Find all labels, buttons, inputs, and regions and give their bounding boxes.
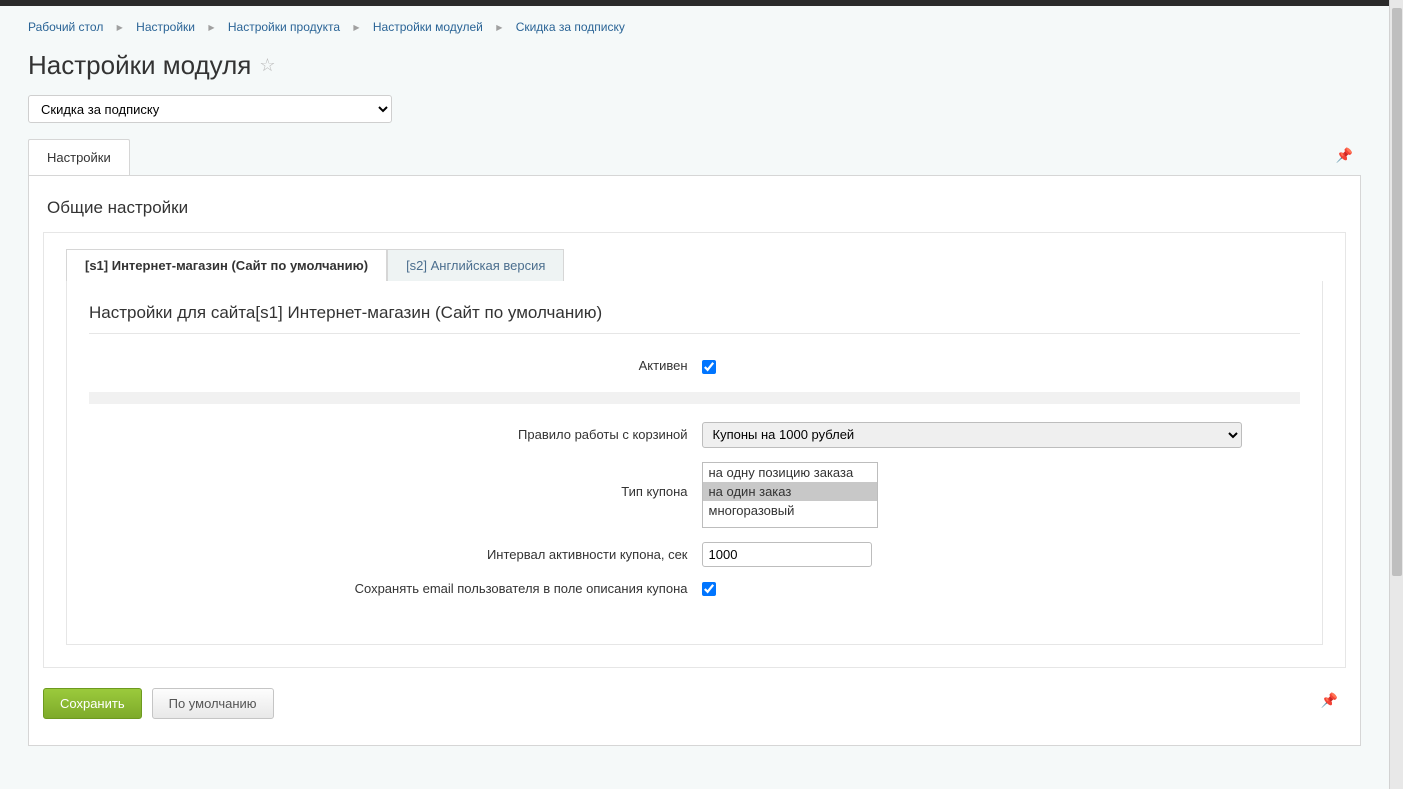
breadcrumb: Рабочий стол ▶ Настройки ▶ Настройки про… (28, 6, 1361, 44)
coupon-type-label: Тип купона (89, 462, 688, 499)
interval-label: Интервал активности купона, сек (89, 547, 688, 562)
actions: Сохранить По умолчанию 📌 (43, 684, 1346, 723)
reset-button[interactable]: По умолчанию (152, 688, 274, 719)
divider (89, 333, 1300, 334)
inner-content: Настройки для сайта[s1] Интернет-магазин… (66, 281, 1323, 645)
spacer-bar (89, 392, 1300, 404)
coupon-type-option[interactable]: многоразовый (703, 501, 877, 520)
chevron-right-icon: ▶ (353, 23, 359, 32)
active-checkbox[interactable] (702, 360, 716, 374)
active-label: Активен (89, 358, 688, 373)
star-icon[interactable]: ☆ (259, 55, 275, 76)
interval-input[interactable] (702, 542, 872, 567)
breadcrumb-item[interactable]: Настройки продукта (228, 20, 340, 34)
breadcrumb-item[interactable]: Настройки (136, 20, 195, 34)
page-title: Настройки модуля ☆ (28, 44, 1361, 95)
inner-heading: Настройки для сайта[s1] Интернет-магазин… (89, 297, 1300, 333)
save-button[interactable]: Сохранить (43, 688, 142, 719)
basket-rule-select[interactable]: Купоны на 1000 рублей (702, 422, 1242, 448)
breadcrumb-item[interactable]: Рабочий стол (28, 20, 103, 34)
tab-settings[interactable]: Настройки (28, 139, 130, 175)
module-select[interactable]: Скидка за подписку (28, 95, 392, 123)
module-select-wrap: Скидка за подписку (28, 95, 1361, 123)
coupon-type-option[interactable]: на одну позицию заказа (703, 463, 877, 482)
page-title-text: Настройки модуля (28, 50, 251, 81)
settings-panel: Общие настройки [s1] Интернет-магазин (С… (28, 175, 1361, 746)
scrollbar[interactable] (1389, 0, 1403, 789)
basket-rule-label: Правило работы с корзиной (89, 427, 688, 442)
inner-tab-s2[interactable]: [s2] Английская версия (387, 249, 564, 281)
chevron-right-icon: ▶ (208, 23, 214, 32)
save-email-checkbox[interactable] (702, 582, 716, 596)
pin-icon[interactable]: 📌 (1321, 692, 1338, 709)
chevron-right-icon: ▶ (496, 23, 502, 32)
coupon-type-listbox[interactable]: на одну позицию заказа на один заказ мно… (702, 462, 878, 528)
inner-tab-s1[interactable]: [s1] Интернет-магазин (Сайт по умолчанию… (66, 249, 387, 281)
pin-icon[interactable]: 📌 (1336, 147, 1353, 164)
save-email-label: Сохранять email пользователя в поле опис… (89, 581, 688, 596)
breadcrumb-item[interactable]: Настройки модулей (373, 20, 483, 34)
breadcrumb-item[interactable]: Скидка за подписку (516, 20, 625, 34)
section-title: Общие настройки (43, 194, 1346, 232)
chevron-right-icon: ▶ (117, 23, 123, 32)
coupon-type-option[interactable]: на один заказ (703, 482, 877, 501)
